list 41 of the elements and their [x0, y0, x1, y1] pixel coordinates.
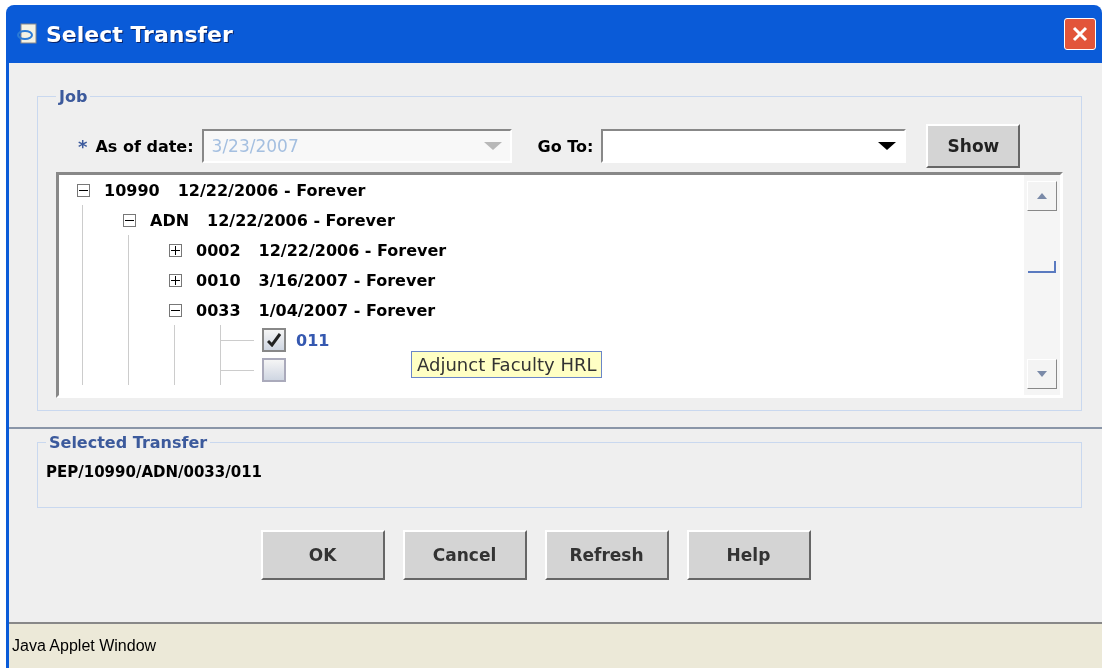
- selected-path: PEP/10990/ADN/0033/011: [46, 463, 262, 481]
- window-title: Select Transfer: [46, 21, 234, 47]
- checkbox[interactable]: [262, 328, 286, 352]
- tree-item-label[interactable]: ADN: [150, 210, 190, 230]
- tree-item-label[interactable]: 0010: [196, 270, 241, 290]
- dialog-button[interactable]: OK: [260, 530, 385, 580]
- group-title: Selected Transfer: [48, 433, 209, 452]
- scroll-down-icon[interactable]: [1037, 371, 1047, 377]
- field-label: As of date:: [95, 136, 194, 156]
- goto-dropdown[interactable]: [601, 129, 907, 163]
- app-icon: [16, 23, 38, 45]
- scroll-thumb[interactable]: [1028, 261, 1056, 273]
- checkbox[interactable]: [262, 358, 286, 382]
- dialog-button[interactable]: Help: [686, 530, 811, 580]
- collapse-icon[interactable]: [169, 303, 182, 317]
- required-mark: *: [78, 135, 88, 157]
- tree-item-label[interactable]: 0033: [196, 300, 241, 320]
- tree-item-label[interactable]: 011: [296, 330, 330, 350]
- dialog-button[interactable]: Cancel: [402, 530, 527, 580]
- tooltip: Adjunct Faculty HRL: [411, 351, 603, 378]
- date-range: 3/16/2007 - Forever: [258, 270, 436, 290]
- status-bar: Java Applet Window: [9, 622, 1102, 668]
- date-range: 12/22/2006 - Forever: [207, 210, 395, 230]
- dialog-button[interactable]: Refresh: [544, 530, 669, 580]
- tree-item-label[interactable]: 10990: [104, 180, 160, 200]
- close-button[interactable]: [1064, 18, 1096, 50]
- checkmark-icon: [267, 333, 281, 347]
- collapse-icon[interactable]: [77, 183, 90, 197]
- scrollbar[interactable]: [1024, 175, 1060, 395]
- date-range: 12/22/2006 - Forever: [177, 180, 366, 200]
- expand-icon[interactable]: [169, 273, 182, 287]
- date-range: 1/04/2007 - Forever: [258, 300, 436, 320]
- show-button[interactable]: Show: [926, 124, 1021, 168]
- scroll-up-icon[interactable]: [1037, 193, 1047, 199]
- date-range: 12/22/2006 - Forever: [258, 240, 447, 260]
- expand-icon[interactable]: [169, 243, 182, 257]
- group-title: Job: [57, 87, 89, 106]
- close-icon: [1071, 25, 1089, 43]
- collapse-icon[interactable]: [123, 213, 136, 227]
- tree-item-label[interactable]: 0002: [196, 240, 241, 260]
- field-label: Go To:: [537, 136, 594, 156]
